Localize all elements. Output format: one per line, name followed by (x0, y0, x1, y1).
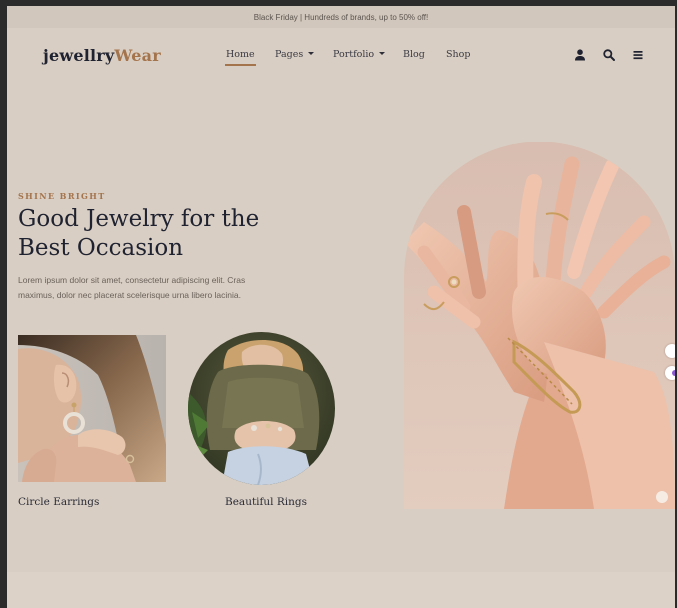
hero-eyebrow: SHINE BRIGHT (18, 191, 106, 201)
hero-title: Good Jewelry for the Best Occasion (18, 206, 260, 261)
next-section (7, 572, 675, 608)
nav-shop[interactable]: Shop (446, 49, 470, 60)
color-palette-icon[interactable] (665, 366, 675, 380)
hero-description: Lorem ipsum dolor sit amet, consectetur … (18, 275, 246, 300)
announcement-bar: Black Friday | Hundreds of brands, up to… (7, 6, 675, 28)
nav-portfolio-label: Portfolio (333, 49, 375, 60)
nav-home-label: Home (226, 49, 255, 60)
chevron-down-icon (308, 52, 315, 55)
nav-home[interactable]: Home (225, 49, 256, 66)
announcement-text: Black Friday | Hundreds of brands, up to… (253, 12, 429, 22)
site-header: jewellryWear Home Pages Portfolio Blog S… (7, 28, 675, 88)
logo-text-primary: jewellry (43, 46, 115, 65)
nav-pages[interactable]: Pages (275, 49, 315, 60)
side-tab-button[interactable] (665, 344, 675, 358)
user-icon[interactable] (573, 48, 587, 62)
earrings-label[interactable]: Circle Earrings (18, 496, 99, 508)
earrings-image[interactable] (18, 335, 166, 482)
nav-shop-label: Shop (446, 49, 471, 60)
page: Black Friday | Hundreds of brands, up to… (7, 6, 675, 608)
nav-blog[interactable]: Blog (403, 49, 425, 60)
rings-image[interactable] (188, 332, 335, 485)
rings-label[interactable]: Beautiful Rings (225, 496, 307, 508)
hero-image (404, 142, 675, 509)
site-logo[interactable]: jewellryWear (43, 46, 161, 65)
logo-text-accent: Wear (114, 46, 161, 65)
nav-blog-label: Blog (403, 49, 425, 60)
chevron-down-icon (379, 52, 386, 55)
search-icon[interactable] (602, 48, 616, 62)
hamburger-icon[interactable] (631, 48, 645, 62)
nav-pages-label: Pages (275, 49, 304, 60)
nav-portfolio[interactable]: Portfolio (333, 49, 386, 60)
